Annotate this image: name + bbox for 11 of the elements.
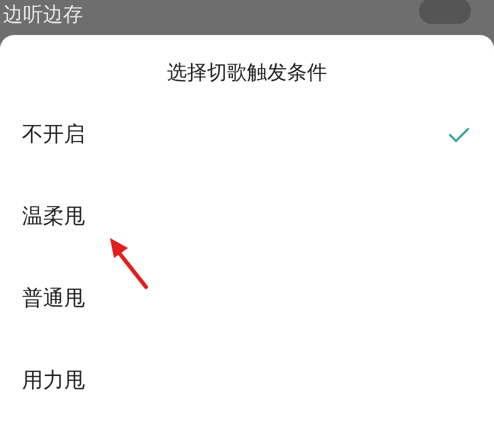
toggle-switch[interactable] <box>419 0 471 24</box>
option-row[interactable]: 用力甩 <box>0 340 494 422</box>
option-label: 温柔甩 <box>22 203 85 230</box>
option-label: 普通甩 <box>22 285 85 312</box>
option-row[interactable]: 普通甩 <box>0 258 494 340</box>
setting-label: 边听边存 <box>3 4 83 24</box>
option-row[interactable]: 不开启 <box>0 94 494 176</box>
sheet-title: 选择切歌触发条件 <box>166 59 328 86</box>
option-label: 用力甩 <box>22 367 85 394</box>
option-row[interactable]: 温柔甩 <box>0 176 494 258</box>
option-label: 不开启 <box>22 121 85 148</box>
